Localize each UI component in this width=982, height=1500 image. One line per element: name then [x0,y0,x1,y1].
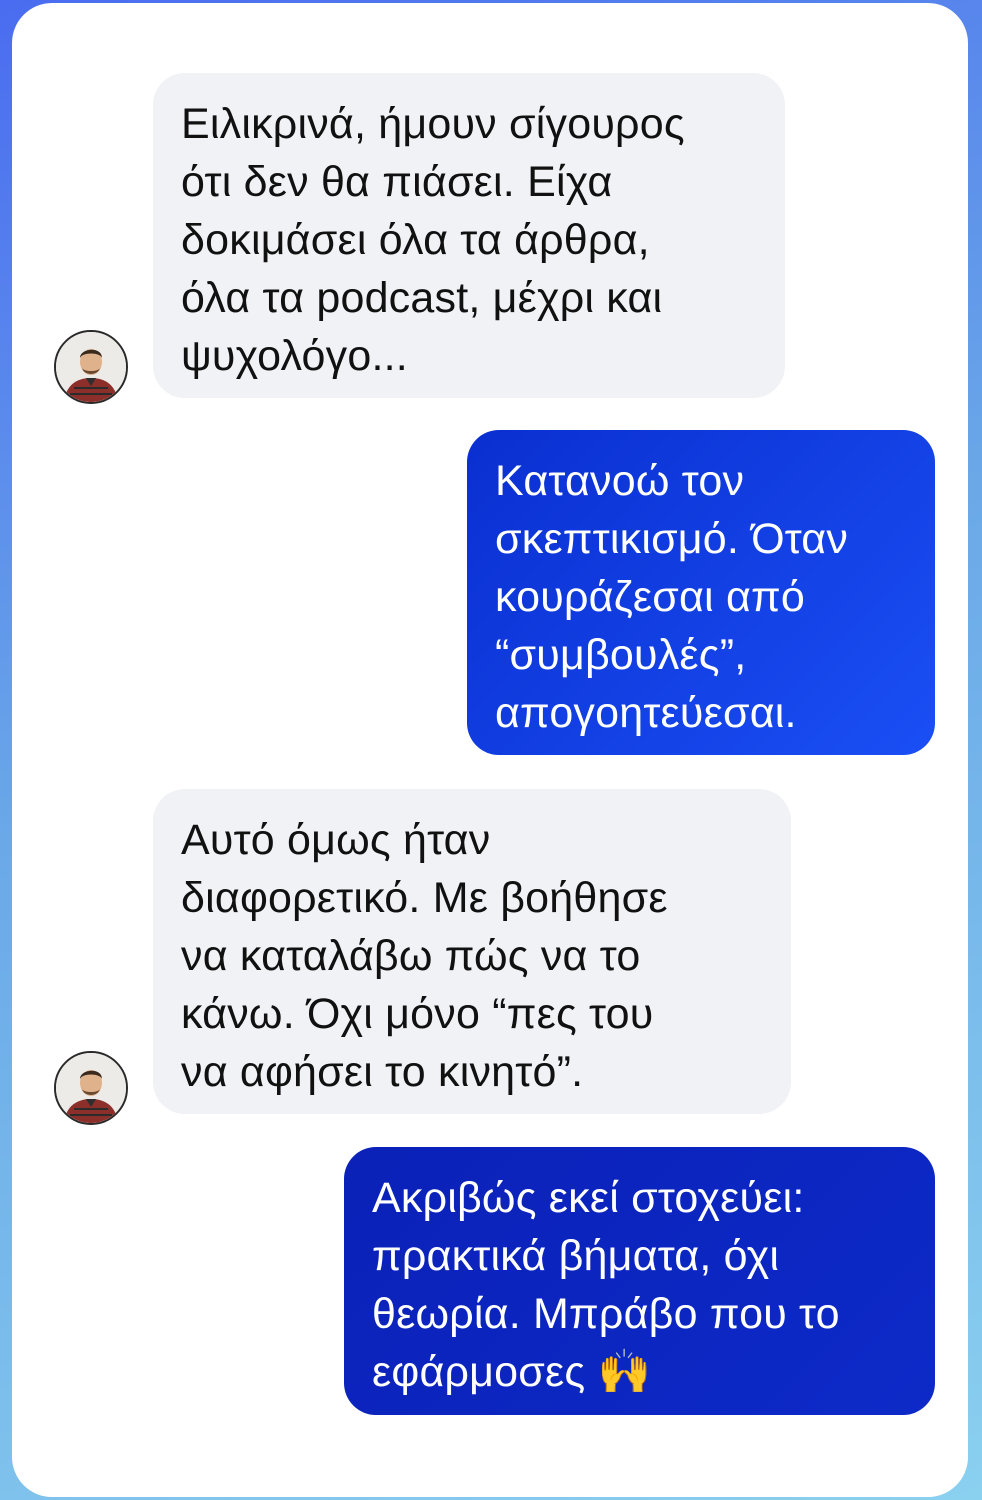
message-bubble-outgoing[interactable]: Κατανοώ τον σκεπτικισμό. Όταν κουράζεσαι… [467,430,935,755]
message-text-line: Αυτό όμως ήταν [181,816,491,864]
message-text-line: να αφήσει το κινητό”. [181,1048,584,1096]
message-text-line: διαφορετικό. Με βοήθησε [181,874,668,922]
message-text-line: κάνω. Όχι μόνο “πες του [181,990,654,1038]
message-text-line: κουράζεσαι από [495,573,805,621]
message-bubble-outgoing[interactable]: Ακριβώς εκεί στοχεύει: πρακτικά βήματα, … [344,1147,935,1415]
chat-card: Ειλικρινά, ήμουν σίγουρος ότι δεν θα πιά… [12,3,968,1497]
message-bubble-incoming[interactable]: Αυτό όμως ήταν διαφορετικό. Με βοήθησε ν… [153,789,791,1114]
contact-avatar[interactable] [54,1051,128,1125]
person-avatar-icon [56,332,126,402]
message-text-line: όλα τα podcast, μέχρι και [181,274,663,322]
message-text-line: να καταλάβω πώς να το [181,932,641,980]
message-text-line: δοκιμάσει όλα τα άρθρα, [181,216,650,264]
contact-avatar[interactable] [54,330,128,404]
message-text-line: Ακριβώς εκεί στοχεύει: [372,1174,805,1222]
message-text-line: απογοητεύεσαι. [495,689,797,737]
message-text-line: Ειλικρινά, ήμουν σίγουρος [181,100,685,148]
person-avatar-icon [56,1053,126,1123]
message-text-line: πρακτικά βήματα, όχι [372,1232,780,1280]
message-text-line: εφάρμοσες 🙌 [372,1348,652,1396]
message-text-line: θεωρία. Μπράβο που το [372,1290,840,1338]
message-text-line: ότι δεν θα πιάσει. Είχα [181,158,613,206]
message-bubble-incoming[interactable]: Ειλικρινά, ήμουν σίγουρος ότι δεν θα πιά… [153,73,785,398]
message-text-line: σκεπτικισμό. Όταν [495,515,849,563]
message-text-line: ψυχολόγο... [181,332,408,380]
message-text-line: “συμβουλές”, [495,631,747,679]
message-text-line: Κατανοώ τον [495,457,745,505]
